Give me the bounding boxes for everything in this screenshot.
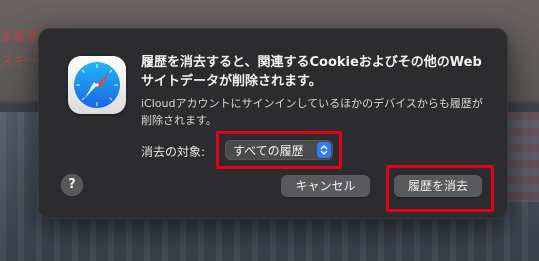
cancel-button[interactable]: キャンセル (281, 175, 370, 197)
clear-range-label: 消去の対象: (141, 145, 206, 159)
background-text-line: スキー (0, 54, 40, 69)
clear-history-dialog: 履歴を消去すると、関連するCookieおよびその他のWebサイトデータが削除され… (38, 28, 508, 219)
highlight-box-select (216, 131, 342, 169)
highlight-box-clear-button (386, 165, 494, 212)
background-text-line: 多要素 (0, 30, 40, 45)
dialog-message: iCloudアカウントにサインインしているほかのデバイスからも履歴が削除されます… (141, 97, 483, 127)
safari-icon (68, 56, 126, 114)
dialog-title: 履歴を消去すると、関連するCookieおよびその他のWebサイトデータが削除され… (141, 55, 482, 89)
help-button[interactable]: ? (61, 174, 83, 196)
